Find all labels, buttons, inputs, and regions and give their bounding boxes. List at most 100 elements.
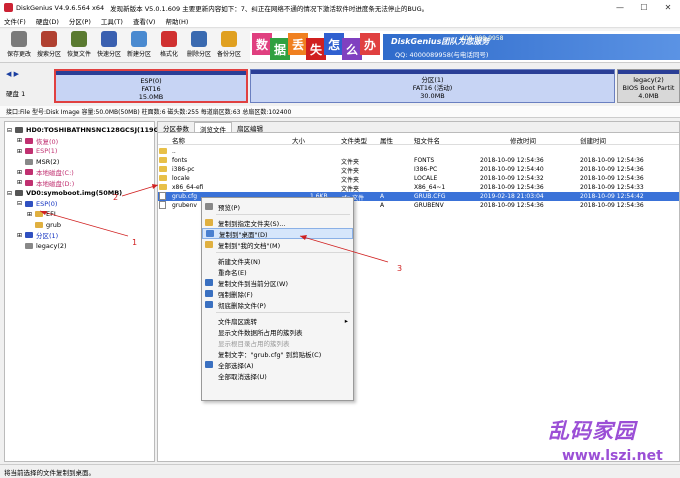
column-header[interactable]: 短文件名 bbox=[414, 135, 440, 145]
tree-node[interactable]: ⊟ VD0:symoboot.img(50MB) bbox=[7, 188, 122, 198]
file-row[interactable]: fonts 文件夹 FONTS 2018-10-09 12:54:36 2018-10-… bbox=[158, 156, 679, 166]
tree-node[interactable]: ⊞ EFI bbox=[27, 209, 56, 219]
tab-browse-files[interactable]: 浏览文件 bbox=[194, 122, 232, 134]
context-menu-item[interactable]: 显示文件数据所占用的簇列表 bbox=[202, 326, 353, 337]
file-cell-short: I386-PC bbox=[414, 166, 438, 173]
context-menu-item[interactable]: 新建文件夹(N) bbox=[202, 255, 353, 266]
toolbar-button[interactable]: 恢复文件 bbox=[64, 31, 94, 62]
tree-expander-icon[interactable]: ⊞ bbox=[17, 148, 25, 155]
column-header[interactable]: 修改时间 bbox=[510, 135, 536, 145]
context-menu-item[interactable]: 复制文字："grub.cfg" 到剪贴板(C) bbox=[202, 348, 353, 359]
toolbar-button-label: 保存更改 bbox=[6, 51, 31, 58]
toolbar-button-label: 删除分区 bbox=[186, 51, 211, 58]
column-header[interactable]: 属性 bbox=[380, 135, 393, 145]
context-menu-item[interactable]: 文件扇区跳转 ▸ bbox=[202, 315, 353, 326]
context-menu-label: 全部取消选择(U) bbox=[218, 372, 267, 381]
context-menu-item[interactable]: 复制文件到当前分区(W) bbox=[202, 277, 353, 288]
file-cell-attr: A bbox=[380, 202, 385, 209]
context-menu-item[interactable]: 复制到指定文件夹(S)... bbox=[202, 217, 353, 228]
toolbar-button[interactable]: 快速分区 bbox=[94, 31, 124, 62]
file-cell-name: i386-pc bbox=[172, 166, 195, 173]
tree-node[interactable]: legacy(2) bbox=[17, 241, 67, 251]
file-row[interactable]: i386-pc 文件夹 I386-PC 2018-10-09 12:54:40 2018… bbox=[158, 165, 679, 175]
context-menu-item[interactable]: 全部取消选择(U) bbox=[202, 370, 353, 381]
tree-expander-icon[interactable]: ⊟ bbox=[7, 190, 15, 197]
drive-icon bbox=[25, 242, 33, 249]
tree-node[interactable]: ⊞ ESP(1) bbox=[17, 146, 57, 156]
tree-expander-icon[interactable]: ⊞ bbox=[17, 179, 25, 186]
toolbar-button[interactable]: 保存更改 bbox=[4, 31, 34, 62]
delete-partition-icon bbox=[191, 31, 207, 47]
file-row[interactable]: x86_64-efi 文件夹 X86_64~1 2018-10-09 12:54:36… bbox=[158, 183, 679, 193]
context-menu-item[interactable]: 重命名(E) bbox=[202, 266, 353, 277]
folder-icon bbox=[35, 221, 43, 228]
banner-char: 据 bbox=[270, 38, 290, 60]
context-menu-label: 显示根目录占用的簇列表 bbox=[218, 339, 290, 348]
menu-view[interactable]: 查看(V) bbox=[133, 16, 156, 26]
update-notice[interactable]: 发现新版本 V5.0.1.609 主要更新内容如下：7、纠正在网络不通的情况下激… bbox=[110, 3, 428, 13]
tree-node[interactable]: ⊟ HD0:TOSHIBATHNSNC128GCSJ(119GB) bbox=[7, 125, 167, 135]
file-cell-ctime: 2018-10-09 12:54:36 bbox=[580, 175, 644, 182]
watermark-url: www.lszi.net bbox=[562, 448, 663, 464]
tree-expander-icon[interactable]: ⊞ bbox=[17, 232, 25, 239]
menu-file[interactable]: 文件(F) bbox=[4, 16, 26, 26]
minimize-button[interactable]: — bbox=[608, 0, 632, 15]
menu-help[interactable]: 帮助(H) bbox=[165, 16, 188, 26]
toolbar-button-label: 格式化 bbox=[159, 51, 178, 58]
tree-node[interactable]: ⊞ 本地磁盘(C:) bbox=[17, 167, 74, 178]
quick-partition-icon bbox=[101, 31, 117, 47]
column-header[interactable]: 文件类型 bbox=[341, 135, 367, 145]
tree-expander-icon[interactable]: ⊟ bbox=[17, 200, 25, 207]
context-menu-item[interactable]: 复制到"桌面"(D) bbox=[202, 228, 353, 239]
ad-banner[interactable]: DiskGenius团队为您服务 400-008-9958 QQ: 400008… bbox=[250, 31, 680, 62]
context-menu-item[interactable]: 彻底删除文件(P) bbox=[202, 299, 353, 310]
tree-expander-icon[interactable]: ⊞ bbox=[17, 137, 25, 144]
file-cell-attr: A bbox=[380, 193, 385, 200]
column-header[interactable]: 大小 bbox=[292, 135, 305, 145]
menu-disk[interactable]: 硬盘(D) bbox=[36, 16, 59, 26]
disk-nav-arrows[interactable]: ◀ ▶ bbox=[6, 70, 19, 78]
tree-node-label: 分区(1) bbox=[36, 232, 59, 240]
file-row[interactable]: .. bbox=[158, 147, 679, 156]
search-icon bbox=[41, 31, 57, 47]
maximize-button[interactable]: ☐ bbox=[632, 0, 656, 15]
banner-char: 丢 bbox=[288, 33, 308, 55]
folder-icon bbox=[159, 157, 167, 163]
tree-expander-icon[interactable]: ⊞ bbox=[17, 169, 25, 176]
toolbar-button[interactable]: 格式化 bbox=[154, 31, 184, 62]
tree-node-label: 本地磁盘(C:) bbox=[36, 169, 74, 177]
context-menu-item[interactable]: 强制删除(F) bbox=[202, 288, 353, 299]
tree-node[interactable]: ⊟ ESP(0) bbox=[17, 199, 57, 209]
toolbar-button-label: 恢复文件 bbox=[66, 51, 91, 58]
context-menu-item[interactable]: 全部选择(A) bbox=[202, 359, 353, 370]
context-menu-item[interactable]: 复制到"我的文档"(M) bbox=[202, 239, 353, 250]
tree-node[interactable]: ⊞ 分区(1) bbox=[17, 230, 59, 241]
partition-tree[interactable]: ⊟ HD0:TOSHIBATHNSNC128GCSJ(119GB) ⊞ 恢复(0) ⊞ E… bbox=[4, 121, 167, 462]
close-button[interactable]: ✕ bbox=[656, 0, 680, 15]
toolbar-button[interactable]: 新建分区 bbox=[124, 31, 154, 62]
file-row[interactable]: locale 文件夹 LOCALE 2018-10-09 12:54:32 2018-1… bbox=[158, 174, 679, 184]
copy-icon bbox=[205, 279, 213, 286]
toolbar-button[interactable]: 删除分区 bbox=[184, 31, 214, 62]
tree-node[interactable]: grub bbox=[27, 220, 61, 230]
menu-partition[interactable]: 分区(P) bbox=[69, 16, 91, 26]
tree-node[interactable]: ⊞ 本地磁盘(D:) bbox=[17, 178, 74, 188]
tab-sector-editor[interactable]: 扇区编辑 bbox=[232, 122, 268, 133]
partition-block-legacy[interactable]: legacy(2) BIOS Boot Partit 4.0MB bbox=[617, 69, 680, 103]
context-menu-item[interactable]: 预览(P) bbox=[202, 201, 353, 212]
partition-block-esp[interactable]: ESP(0) FAT16 15.0MB bbox=[54, 69, 248, 103]
tab-partition-params[interactable]: 分区参数 bbox=[158, 122, 194, 133]
column-header[interactable]: 名称 bbox=[172, 135, 185, 145]
tree-expander-icon[interactable]: ⊞ bbox=[27, 211, 35, 218]
tree-expander-icon[interactable]: ⊟ bbox=[7, 127, 15, 134]
tree-node[interactable]: ⊞ 恢复(0) bbox=[17, 136, 58, 146]
toolbar-button[interactable]: 备份分区 bbox=[214, 31, 244, 62]
file-cell-short: GRUB.CFG bbox=[414, 193, 446, 200]
menu-tools[interactable]: 工具(T) bbox=[101, 16, 123, 26]
partition-fs: FAT16 bbox=[141, 85, 161, 93]
column-header[interactable]: 创建时间 bbox=[580, 135, 606, 145]
tree-node[interactable]: MSR(2) bbox=[17, 157, 59, 167]
file-cell-name: x86_64-efi bbox=[172, 184, 204, 191]
toolbar-button[interactable]: 搜索分区 bbox=[34, 31, 64, 62]
partition-block-main[interactable]: 分区(1) FAT16 (活动) 30.0MB bbox=[250, 69, 615, 103]
